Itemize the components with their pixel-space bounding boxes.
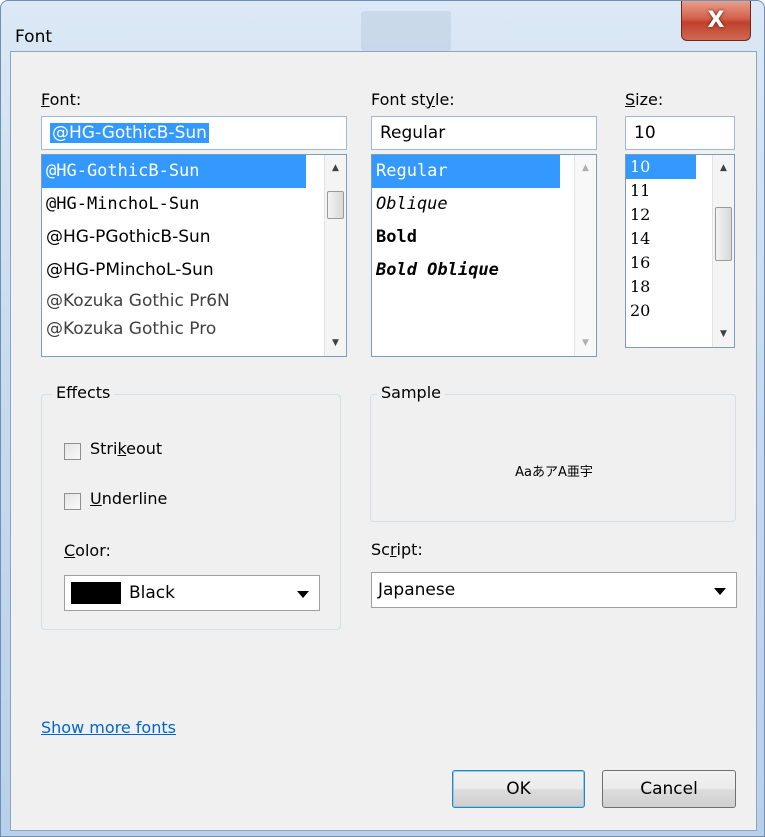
sample-group: Sample AaあアA亜宇 [370,383,736,522]
underline-label[interactable]: Underline [90,489,167,508]
color-label: Color: [64,541,111,560]
dialog-body: Font: @HG-GothicB-Sun @HG-GothicB-Sun @H… [10,51,757,831]
font-style-item-bold[interactable]: Bold [372,221,596,254]
script-label: Script: [371,540,423,559]
scroll-up-arrow-icon[interactable]: ▲ [325,163,346,173]
font-style-item-bold-oblique[interactable]: Bold Oblique [372,254,596,287]
chevron-down-icon [297,591,309,598]
window-title: Font [15,27,53,47]
color-select[interactable]: Black [64,575,320,611]
close-icon: X [707,8,725,33]
font-style-input[interactable]: Regular [371,116,597,150]
font-style-item-oblique[interactable]: Oblique [372,188,596,221]
effects-group: Effects Strikeout Underline Color: Black [41,383,341,630]
cancel-button[interactable]: Cancel [602,770,736,808]
font-label: Font: [41,90,82,109]
color-select-value: Black [129,583,175,603]
sample-preview-text: AaあアA亜宇 [515,465,593,480]
size-list-item[interactable]: 10 [626,155,696,179]
size-list-scrollbar[interactable]: ▲ ▼ [712,155,734,347]
color-swatch [71,582,121,604]
scroll-up-arrow-icon[interactable]: ▲ [713,163,734,173]
font-list-item[interactable]: @Kozuka Gothic Pro [42,315,346,343]
strikeout-checkbox[interactable] [64,443,81,460]
font-name-input-value: @HG-GothicB-Sun [50,123,209,143]
size-input[interactable]: 10 [625,116,735,150]
font-style-scrollbar[interactable]: ▲ ▼ [574,155,596,356]
chevron-down-icon [714,588,726,595]
font-list-scrollbar[interactable]: ▲ ▼ [324,155,346,356]
font-list-item[interactable]: @HG-MinchoL-Sun [42,188,346,221]
close-button[interactable]: X [681,1,751,41]
title-bar[interactable]: Font X [1,1,764,51]
scroll-up-arrow-icon: ▲ [582,163,589,173]
underline-checkbox[interactable] [64,493,81,510]
scroll-thumb[interactable] [327,191,344,219]
script-select[interactable]: Japanese [371,572,737,608]
effects-group-title: Effects [52,383,115,402]
scroll-down-arrow-icon[interactable]: ▼ [325,338,346,348]
font-list-item[interactable]: @HG-PGothicB-Sun [42,221,346,254]
font-list-item[interactable]: @HG-GothicB-Sun [42,155,306,188]
show-more-fonts-link[interactable]: Show more fonts [41,718,176,737]
font-style-label: Font style: [371,90,455,109]
font-style-item-regular[interactable]: Regular [372,155,560,188]
scroll-thumb[interactable] [715,207,732,261]
size-input-value: 10 [634,123,656,143]
font-list-item[interactable]: @HG-PMinchoL-Sun [42,254,346,287]
font-style-list[interactable]: Regular Oblique Bold Bold Oblique ▲ ▼ [371,154,597,357]
font-style-input-value: Regular [380,123,446,143]
sample-group-title: Sample [377,383,445,402]
background-window-ghost [361,11,451,51]
size-list[interactable]: 10 11 12 14 16 18 20 ▲ ▼ [625,154,735,348]
font-name-input[interactable]: @HG-GothicB-Sun [41,116,347,150]
strikeout-label[interactable]: Strikeout [90,439,162,458]
size-label: Size: [625,90,664,109]
scroll-down-arrow-icon: ▼ [582,338,589,348]
script-select-value: Japanese [378,580,456,600]
font-list-item[interactable]: @Kozuka Gothic Pr6N [42,287,346,315]
ok-button[interactable]: OK [452,770,585,808]
scroll-down-arrow-icon[interactable]: ▼ [713,329,734,339]
font-list[interactable]: @HG-GothicB-Sun @HG-MinchoL-Sun @HG-PGot… [41,154,347,357]
font-dialog-window: Font X Font: @HG-GothicB-Sun @HG-GothicB… [0,0,765,837]
